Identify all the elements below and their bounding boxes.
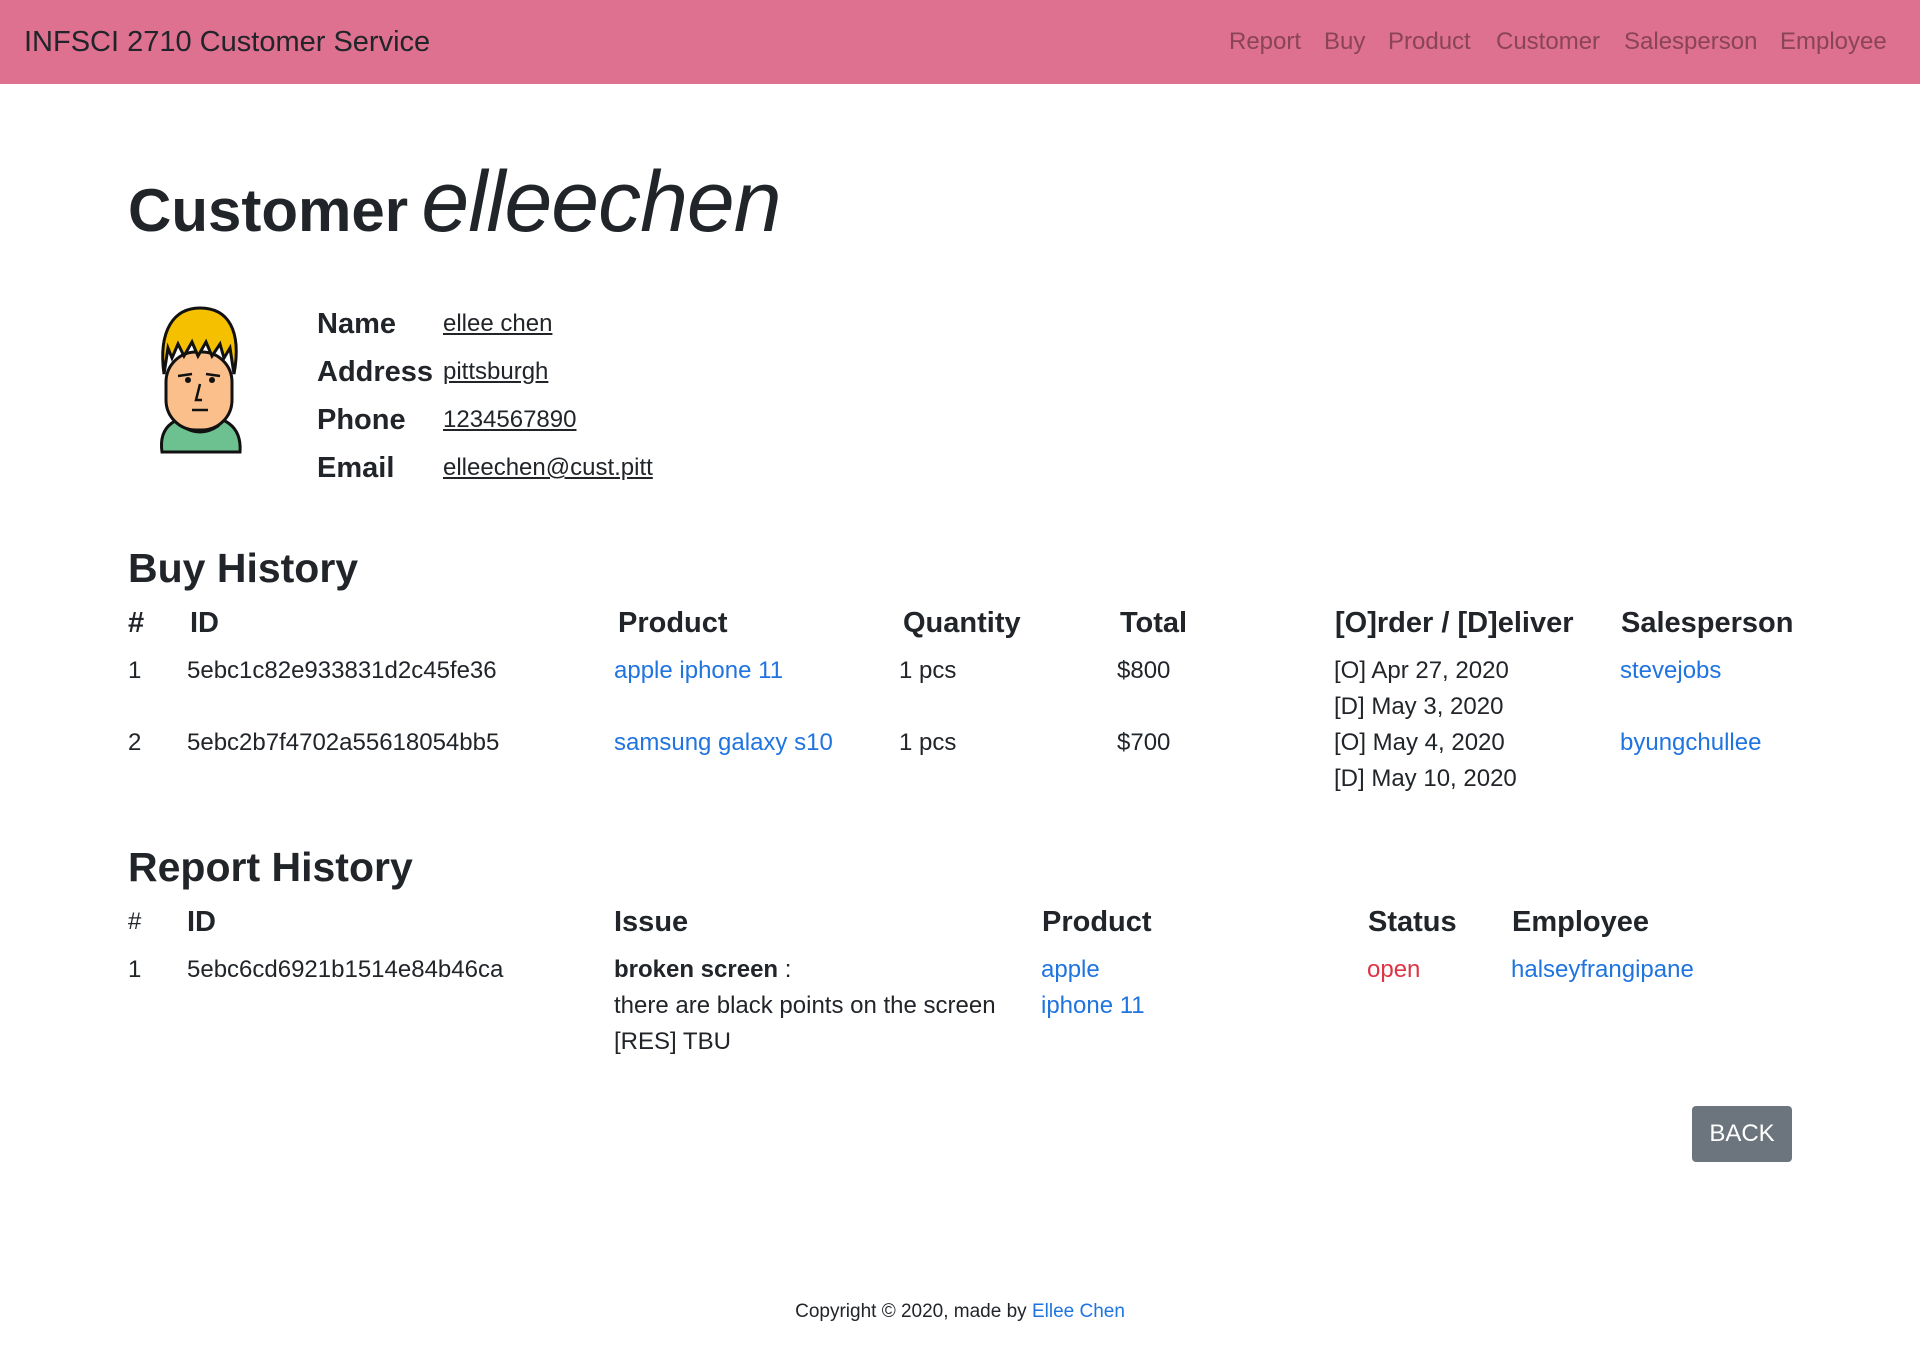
column-header: [O]rder / [D]eliver	[1335, 607, 1574, 639]
name-label: Name	[317, 308, 396, 340]
column-header: Status	[1368, 906, 1457, 938]
name-value: ellee chen	[443, 310, 553, 337]
nav-link-report[interactable]: Report	[1229, 26, 1301, 58]
column-header: #	[128, 607, 145, 639]
order-date: [O] Apr 27, 2020	[1334, 657, 1509, 684]
column-header: Issue	[614, 906, 689, 938]
nav-link-customer[interactable]: Customer	[1496, 26, 1600, 58]
issue-title: broken screen	[614, 956, 779, 983]
page-title-label: Customer	[128, 177, 409, 244]
column-header: Product	[1042, 906, 1152, 938]
quantity: 1 pcs	[899, 657, 957, 684]
column-header: Quantity	[903, 607, 1021, 639]
row-number: 2	[128, 729, 142, 756]
deliver-date: [D] May 3, 2020	[1334, 693, 1504, 720]
report-id: 5ebc6cd6921b1514e84b46ca	[187, 956, 504, 983]
issue-detail: there are black points on the screen	[614, 992, 996, 1019]
product-link[interactable]: iphone 11	[1041, 988, 1145, 1024]
column-header: Salesperson	[1621, 607, 1794, 639]
person-avatar-icon	[160, 306, 242, 454]
column-header: ID	[190, 607, 219, 639]
product-link[interactable]: apple iphone 11	[614, 653, 783, 689]
buy-id: 5ebc1c82e933831d2c45fe36	[187, 657, 497, 684]
total: $700	[1117, 729, 1171, 756]
row-number: 1	[128, 956, 142, 983]
column-header: Employee	[1512, 906, 1649, 938]
buy-id: 5ebc2b7f4702a55618054bb5	[187, 729, 500, 756]
address-value: pittsburgh	[443, 358, 549, 385]
issue-separator: :	[778, 956, 792, 983]
back-button[interactable]: BACK	[1692, 1106, 1792, 1162]
footer-text: Copyright © 2020, made by	[795, 1301, 1032, 1322]
footer: Copyright © 2020, made by Ellee Chen	[0, 1298, 1920, 1326]
page-title-username: elleechen	[421, 154, 781, 250]
total: $800	[1117, 657, 1171, 684]
product-link[interactable]: samsung galaxy s10	[614, 725, 833, 761]
row-number: 1	[128, 657, 142, 684]
nav-link-product[interactable]: Product	[1388, 26, 1471, 58]
nav-link-employee[interactable]: Employee	[1780, 26, 1887, 58]
issue-resolution: [RES] TBU	[614, 1028, 731, 1055]
quantity: 1 pcs	[899, 729, 957, 756]
buy-history-title: Buy History	[128, 545, 359, 591]
column-header: #	[128, 908, 142, 935]
column-header: ID	[187, 906, 216, 938]
order-date: [O] May 4, 2020	[1334, 729, 1505, 756]
product-link[interactable]: apple	[1041, 952, 1100, 988]
report-history-title: Report History	[128, 844, 413, 890]
status-badge: open	[1367, 956, 1421, 983]
email-value: elleechen@cust.pitt	[443, 454, 653, 481]
address-label: Address	[317, 356, 434, 388]
page-title: Customer elleechen	[128, 152, 782, 266]
footer-author-link[interactable]: Ellee Chen	[1032, 1301, 1125, 1322]
employee-link[interactable]: halseyfrangipane	[1511, 952, 1694, 988]
nav-link-salesperson[interactable]: Salesperson	[1624, 26, 1757, 58]
phone-label: Phone	[317, 404, 406, 436]
column-header: Total	[1120, 607, 1188, 639]
navbar: INFSCI 2710 Customer Service Report Buy …	[0, 0, 1920, 84]
email-label: Email	[317, 452, 395, 484]
column-header: Product	[618, 607, 728, 639]
salesperson-link[interactable]: stevejobs	[1620, 653, 1721, 689]
brand-link[interactable]: INFSCI 2710 Customer Service	[24, 24, 430, 60]
phone-value: 1234567890	[443, 406, 577, 433]
nav-link-buy[interactable]: Buy	[1324, 26, 1365, 58]
salesperson-link[interactable]: byungchullee	[1620, 725, 1761, 761]
deliver-date: [D] May 10, 2020	[1334, 765, 1517, 792]
issue-heading: broken screen :	[614, 952, 791, 988]
